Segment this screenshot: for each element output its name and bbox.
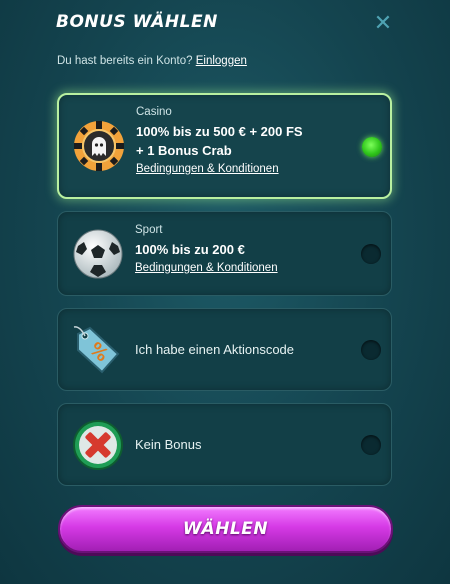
option-offer-extra: + 1 Bonus Crab (136, 143, 232, 158)
bonus-option-sport[interactable]: Sport 100% bis zu 200 € Bedingungen & Ko… (57, 211, 392, 296)
radio-unselected[interactable] (361, 435, 381, 455)
close-icon[interactable]: ✕ (372, 11, 394, 36)
bonus-option-promo-code[interactable]: % Ich habe einen Aktionscode (57, 308, 392, 391)
radio-unselected[interactable] (361, 244, 381, 264)
modal-title: BONUS WÄHLEN (56, 12, 218, 32)
option-category: Sport (135, 224, 163, 236)
login-link[interactable]: Einloggen (196, 55, 247, 67)
terms-link[interactable]: Bedingungen & Konditionen (135, 262, 278, 274)
casino-chip-icon (73, 120, 125, 172)
option-label: Ich habe einen Aktionscode (135, 342, 295, 357)
option-offer: 100% bis zu 500 € + 200 FS (136, 124, 303, 139)
radio-unselected[interactable] (361, 340, 381, 360)
option-category: Casino (136, 106, 172, 118)
login-prompt: Du hast bereits ein Konto? Einloggen (57, 55, 247, 67)
no-bonus-icon (72, 419, 124, 471)
soccer-ball-icon (72, 228, 124, 280)
promo-tag-icon: % (72, 324, 124, 376)
bonus-option-no-bonus[interactable]: Kein Bonus (57, 403, 392, 486)
login-prompt-text: Du hast bereits ein Konto? (57, 55, 193, 67)
option-offer: 100% bis zu 200 € (135, 242, 245, 257)
terms-link[interactable]: Bedingungen & Konditionen (136, 163, 303, 175)
bonus-option-casino[interactable]: Casino 100% bis zu 500 € + 200 FS + 1 Bo… (57, 93, 392, 199)
choose-button[interactable]: WÄHLEN (58, 505, 393, 553)
option-label: Kein Bonus (135, 437, 202, 452)
choose-button-label: WÄHLEN (182, 519, 269, 539)
radio-selected[interactable] (362, 137, 382, 157)
